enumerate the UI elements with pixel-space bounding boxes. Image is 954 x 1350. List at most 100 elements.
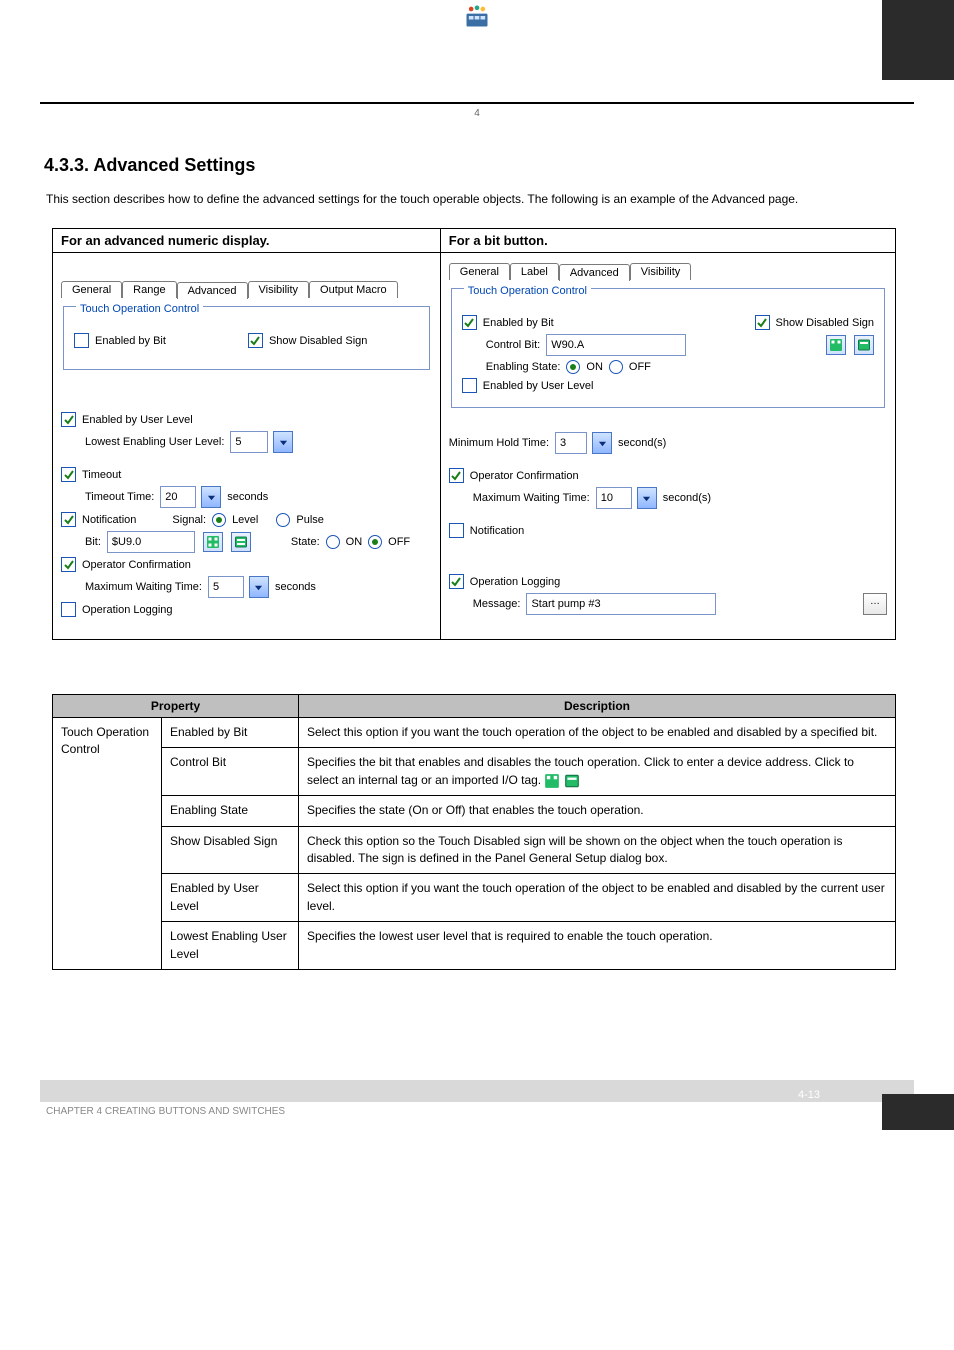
dropdown-arrow-icon[interactable] bbox=[201, 486, 221, 508]
prop-desc: Select this option if you want the touch… bbox=[299, 718, 896, 748]
group-title: Touch Operation Control bbox=[464, 285, 591, 297]
section-description: This section describes how to define the… bbox=[46, 190, 894, 208]
message-more-button[interactable]: … bbox=[863, 593, 887, 615]
tab-range[interactable]: Range bbox=[122, 281, 176, 298]
dropdown-arrow-icon[interactable] bbox=[637, 487, 657, 509]
signal-label: Signal: bbox=[172, 514, 206, 526]
lowest-level-input[interactable] bbox=[230, 431, 268, 453]
property-description-table: Property Description Touch Operation Con… bbox=[52, 694, 896, 970]
prop-desc: Specifies the bit that enables and disab… bbox=[299, 748, 896, 796]
state-off-label: OFF bbox=[388, 536, 410, 548]
notification-checkbox[interactable] bbox=[61, 512, 76, 527]
enabling-state-on-label: ON bbox=[586, 361, 603, 373]
enabled-by-bit-checkbox[interactable] bbox=[462, 315, 477, 330]
bit-label: Bit: bbox=[85, 536, 101, 548]
message-input[interactable] bbox=[526, 593, 716, 615]
prop-name: Lowest Enabling User Level bbox=[162, 922, 299, 970]
control-bit-input[interactable] bbox=[546, 334, 686, 356]
min-hold-label: Minimum Hold Time: bbox=[449, 437, 549, 449]
signal-level-label: Level bbox=[232, 514, 258, 526]
tab-output-macro[interactable]: Output Macro bbox=[309, 281, 398, 298]
notification-label: Notification bbox=[82, 514, 136, 526]
control-bit-label: Control Bit: bbox=[486, 339, 540, 351]
enabling-state-on-radio[interactable] bbox=[566, 360, 580, 374]
table-row: Control Bit Specifies the bit that enabl… bbox=[53, 748, 896, 796]
lowest-level-label: Lowest Enabling User Level: bbox=[85, 436, 224, 448]
table-row: Enabling State Specifies the state (On o… bbox=[53, 796, 896, 826]
tab-general[interactable]: General bbox=[61, 281, 122, 298]
state-off-radio[interactable] bbox=[368, 535, 382, 549]
prop-group: Touch Operation Control bbox=[53, 718, 162, 970]
signal-pulse-radio[interactable] bbox=[276, 513, 290, 527]
tab-advanced[interactable]: Advanced bbox=[559, 264, 630, 281]
prop-name: Show Disabled Sign bbox=[162, 826, 299, 874]
table-row: Touch Operation Control Enabled by Bit S… bbox=[53, 718, 896, 748]
keypad-icon[interactable] bbox=[826, 335, 846, 355]
prop-desc: Select this option if you want the touch… bbox=[299, 874, 896, 922]
enabling-state-label: Enabling State: bbox=[486, 361, 561, 373]
enabling-state-off-label: OFF bbox=[629, 361, 651, 373]
enabled-by-user-level-checkbox[interactable] bbox=[462, 378, 477, 393]
screenshot-comparison-table: For an advanced numeric display. For a b… bbox=[52, 228, 896, 640]
header-caption: 4 bbox=[40, 108, 914, 119]
show-disabled-sign-label: Show Disabled Sign bbox=[269, 335, 367, 347]
show-disabled-sign-checkbox[interactable] bbox=[755, 315, 770, 330]
app-icon bbox=[461, 0, 493, 32]
operator-confirmation-checkbox[interactable] bbox=[61, 557, 76, 572]
notification-checkbox[interactable] bbox=[449, 523, 464, 538]
timeout-checkbox[interactable] bbox=[61, 467, 76, 482]
tab-general[interactable]: General bbox=[449, 263, 510, 280]
enabled-by-bit-label: Enabled by Bit bbox=[483, 317, 554, 329]
enabled-by-bit-checkbox[interactable] bbox=[74, 333, 89, 348]
timeout-seconds-label: seconds bbox=[227, 491, 268, 503]
operator-confirmation-checkbox[interactable] bbox=[449, 468, 464, 483]
enabled-by-bit-label: Enabled by Bit bbox=[95, 335, 166, 347]
bit-input[interactable] bbox=[107, 531, 195, 553]
left-tabs: General Range Advanced Visibility Output… bbox=[61, 281, 432, 298]
prop-desc: Check this option so the Touch Disabled … bbox=[299, 826, 896, 874]
keypad-icon bbox=[544, 773, 560, 789]
min-hold-input[interactable] bbox=[555, 432, 587, 454]
left-header: For an advanced numeric display. bbox=[53, 229, 441, 253]
tab-label[interactable]: Label bbox=[510, 263, 559, 280]
prop-name: Control Bit bbox=[162, 748, 299, 796]
tag-icon[interactable] bbox=[231, 532, 251, 552]
table-row: Show Disabled Sign Check this option so … bbox=[53, 826, 896, 874]
show-disabled-sign-checkbox[interactable] bbox=[248, 333, 263, 348]
prop-header-description: Description bbox=[299, 695, 896, 718]
dropdown-arrow-icon[interactable] bbox=[592, 432, 612, 454]
prop-header-property: Property bbox=[53, 695, 299, 718]
keypad-icon[interactable] bbox=[203, 532, 223, 552]
table-row: Lowest Enabling User Level Specifies the… bbox=[53, 922, 896, 970]
tab-visibility[interactable]: Visibility bbox=[248, 281, 310, 298]
timeout-label: Timeout bbox=[82, 469, 121, 481]
max-wait-label: Maximum Waiting Time: bbox=[473, 492, 590, 504]
footer-chapter: CHAPTER 4 CREATING BUTTONS AND SWITCHES bbox=[46, 1106, 954, 1117]
operation-logging-label: Operation Logging bbox=[470, 576, 561, 588]
group-title: Touch Operation Control bbox=[76, 303, 203, 315]
tag-icon[interactable] bbox=[854, 335, 874, 355]
max-wait-input[interactable] bbox=[208, 576, 244, 598]
page-number: 4-13 bbox=[798, 1089, 820, 1101]
state-label: State: bbox=[291, 536, 320, 548]
tab-visibility[interactable]: Visibility bbox=[630, 263, 692, 280]
right-tabs: General Label Advanced Visibility bbox=[449, 263, 887, 280]
operation-logging-checkbox[interactable] bbox=[61, 602, 76, 617]
signal-level-radio[interactable] bbox=[212, 513, 226, 527]
operation-logging-label: Operation Logging bbox=[82, 604, 173, 616]
enabled-by-user-level-checkbox[interactable] bbox=[61, 412, 76, 427]
max-wait-input[interactable] bbox=[596, 487, 632, 509]
prop-desc: Specifies the state (On or Off) that ena… bbox=[299, 796, 896, 826]
tab-advanced[interactable]: Advanced bbox=[177, 282, 248, 299]
operation-logging-checkbox[interactable] bbox=[449, 574, 464, 589]
timeout-time-input[interactable] bbox=[160, 486, 196, 508]
message-label: Message: bbox=[473, 598, 521, 610]
operator-confirmation-label: Operator Confirmation bbox=[470, 470, 579, 482]
section-title: 4.3.3. Advanced Settings bbox=[44, 155, 954, 176]
enabling-state-off-radio[interactable] bbox=[609, 360, 623, 374]
dropdown-arrow-icon[interactable] bbox=[249, 576, 269, 598]
dropdown-arrow-icon[interactable] bbox=[273, 431, 293, 453]
state-on-radio[interactable] bbox=[326, 535, 340, 549]
signal-pulse-label: Pulse bbox=[296, 514, 324, 526]
operator-confirmation-label: Operator Confirmation bbox=[82, 559, 191, 571]
